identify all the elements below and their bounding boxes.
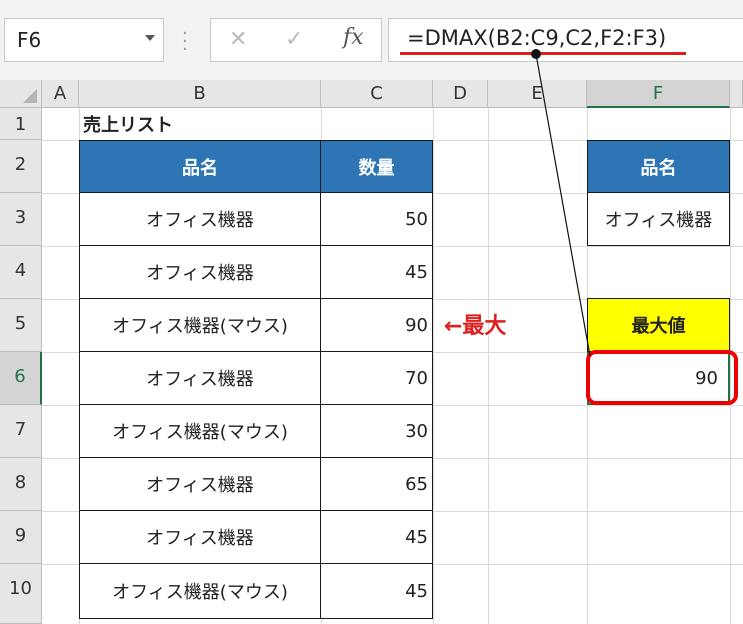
formula-bar: F6 · · · ✕ ✓ fx =DMAX(B2:C9,C2,F2:F3) (0, 0, 743, 80)
formula-buttons: ✕ ✓ fx (210, 18, 382, 62)
cancel-icon[interactable]: ✕ (229, 27, 247, 52)
criteria-value[interactable]: オフィス機器 (587, 192, 730, 246)
callout-dot (531, 49, 541, 59)
row-header-4[interactable]: 4 (0, 246, 42, 299)
vertical-dots-icon: · · · (182, 23, 188, 60)
row-header-2[interactable]: 2 (0, 140, 42, 193)
formula-underline (400, 52, 686, 55)
select-all-corner[interactable] (0, 80, 42, 108)
column-header-d[interactable]: D (433, 80, 488, 108)
table-header-name[interactable]: 品名 (79, 140, 321, 193)
table-cell-qty[interactable]: 90 (320, 298, 433, 352)
row-header-1[interactable]: 1 (0, 108, 42, 140)
table-cell-qty[interactable]: 30 (320, 404, 433, 458)
max-annotation: ←最大 (444, 314, 507, 339)
formula-input[interactable]: =DMAX(B2:C9,C2,F2:F3) (388, 18, 743, 62)
criteria-header[interactable]: 品名 (587, 140, 730, 193)
chevron-down-icon[interactable] (145, 35, 155, 41)
table-cell-qty[interactable]: 45 (320, 563, 433, 619)
gridline (433, 108, 434, 624)
insert-function-icon[interactable]: fx (343, 25, 364, 50)
column-header-e[interactable]: E (488, 80, 587, 108)
column-header-b[interactable]: B (79, 80, 321, 108)
table-cell-name[interactable]: オフィス機器 (79, 457, 321, 511)
name-box-value: F6 (17, 28, 42, 52)
table-cell-name[interactable]: オフィス機器(マウス) (79, 404, 321, 458)
table-cell-name[interactable]: オフィス機器 (79, 510, 321, 564)
row-header-8[interactable]: 8 (0, 458, 42, 511)
column-header-c[interactable]: C (321, 80, 433, 108)
column-header-g[interactable] (730, 80, 743, 108)
row-header-9[interactable]: 9 (0, 511, 42, 564)
column-header-a[interactable]: A (42, 80, 79, 108)
table-cell-qty[interactable]: 65 (320, 457, 433, 511)
formula-text: =DMAX(B2:C9,C2,F2:F3) (407, 26, 667, 50)
row-header-5[interactable]: 5 (0, 299, 42, 352)
table-cell-qty[interactable]: 70 (320, 351, 433, 405)
table-cell-name[interactable]: オフィス機器 (79, 351, 321, 405)
result-highlight (586, 350, 738, 405)
enter-icon[interactable]: ✓ (285, 27, 303, 52)
table-cell-name[interactable]: オフィス機器(マウス) (79, 563, 321, 619)
table-cell-qty[interactable]: 45 (320, 245, 433, 299)
row-header-10[interactable]: 10 (0, 564, 42, 624)
name-box[interactable]: F6 (4, 18, 164, 62)
table-header-qty[interactable]: 数量 (320, 140, 433, 193)
row-header-3[interactable]: 3 (0, 193, 42, 246)
gridline (488, 108, 489, 624)
table-cell-qty[interactable]: 45 (320, 510, 433, 564)
column-header-f[interactable]: F (587, 80, 730, 108)
table-cell-qty[interactable]: 50 (320, 192, 433, 246)
table-cell-name[interactable]: オフィス機器 (79, 192, 321, 246)
row-header-7[interactable]: 7 (0, 405, 42, 458)
table-cell-name[interactable]: オフィス機器 (79, 245, 321, 299)
cell-b1-title[interactable]: 売上リスト (79, 108, 321, 140)
table-cell-name[interactable]: オフィス機器(マウス) (79, 298, 321, 352)
result-label[interactable]: 最大値 (587, 298, 730, 352)
row-header-6[interactable]: 6 (0, 352, 42, 405)
